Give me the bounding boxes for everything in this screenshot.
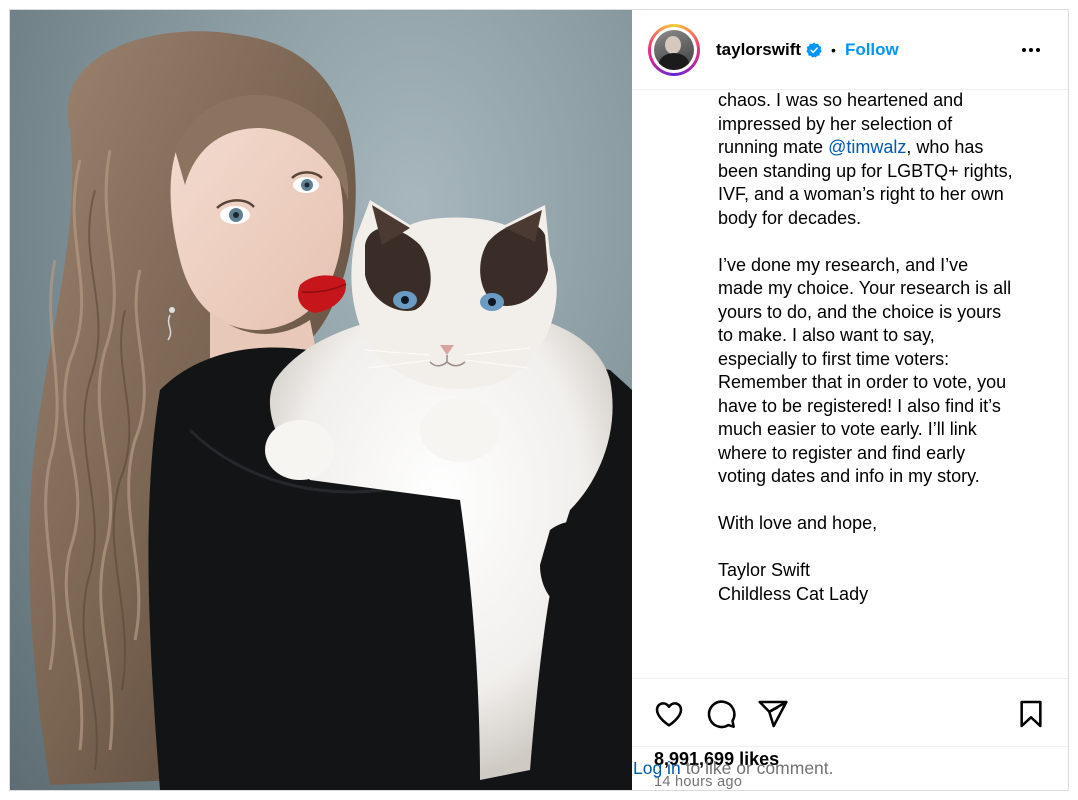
caption-scroll-area[interactable]: chaos. I was so heartened and impressed …	[632, 90, 1068, 678]
caption-line: running mate @timwalz, who has	[718, 136, 1028, 160]
caption-line: been standing up for LGBTQ+ rights,	[718, 160, 1013, 181]
caption-line: body for decades.	[718, 207, 862, 228]
avatar-story-ring[interactable]	[648, 23, 700, 76]
avatar	[654, 29, 694, 70]
mention-link[interactable]: @timwalz	[828, 137, 906, 157]
caption-line: Remember that in order to vote, you	[718, 372, 1007, 392]
caption-text-segment: , who has	[906, 137, 984, 157]
action-bar	[632, 678, 1068, 748]
caption-line: chaos. I was so heartened and	[718, 90, 964, 110]
comment-icon[interactable]	[704, 697, 738, 731]
heart-icon[interactable]	[652, 697, 686, 731]
caption-closing: With love and hope,	[718, 513, 878, 533]
caption-line: made my choice. Your research is all	[718, 278, 1012, 298]
photo-illustration	[29, 31, 632, 790]
username-link[interactable]: taylorswift	[716, 40, 801, 60]
caption-line: yours to do, and the choice is yours	[718, 301, 1002, 322]
caption-signature: Taylor Swift	[718, 560, 811, 580]
caption-line: much easier to vote early. I’ll link	[718, 419, 977, 439]
caption-line: IVF, and a woman’s right to her own	[718, 184, 1004, 204]
verified-badge-icon	[806, 41, 822, 58]
post-sidebar: taylorswift • Follow chaos. I was so hea…	[632, 10, 1068, 790]
caption-signature: Childless Cat Lady	[718, 583, 869, 604]
share-icon[interactable]	[756, 697, 790, 731]
more-icon[interactable]	[1022, 42, 1040, 58]
follow-button[interactable]: Follow	[845, 40, 899, 60]
separator-dot: •	[831, 41, 836, 58]
bookmark-icon[interactable]	[1014, 697, 1048, 731]
login-prompt-text: to like or comment.	[685, 758, 834, 778]
caption-text: chaos. I was so heartened and impressed …	[718, 90, 1028, 606]
caption-line: where to register and find early	[718, 442, 966, 463]
post-header: taylorswift • Follow	[632, 10, 1068, 90]
post-photo[interactable]	[10, 10, 632, 790]
caption-line: have to be registered! I also find it’s	[718, 395, 1001, 416]
caption-line: especially to first time voters:	[718, 348, 950, 369]
caption-text-segment: running mate	[718, 137, 829, 157]
caption-line: I’ve done my research, and I’ve	[718, 254, 969, 275]
caption-line: voting dates and info in my story.	[718, 466, 980, 486]
instagram-post: taylorswift • Follow chaos. I was so hea…	[9, 9, 1069, 791]
login-prompt: Log in to like or comment.	[632, 746, 1068, 790]
caption-line: to make. I also want to say,	[718, 325, 935, 345]
login-link[interactable]: Log in	[633, 758, 681, 779]
caption-line: impressed by her selection of	[718, 113, 953, 134]
